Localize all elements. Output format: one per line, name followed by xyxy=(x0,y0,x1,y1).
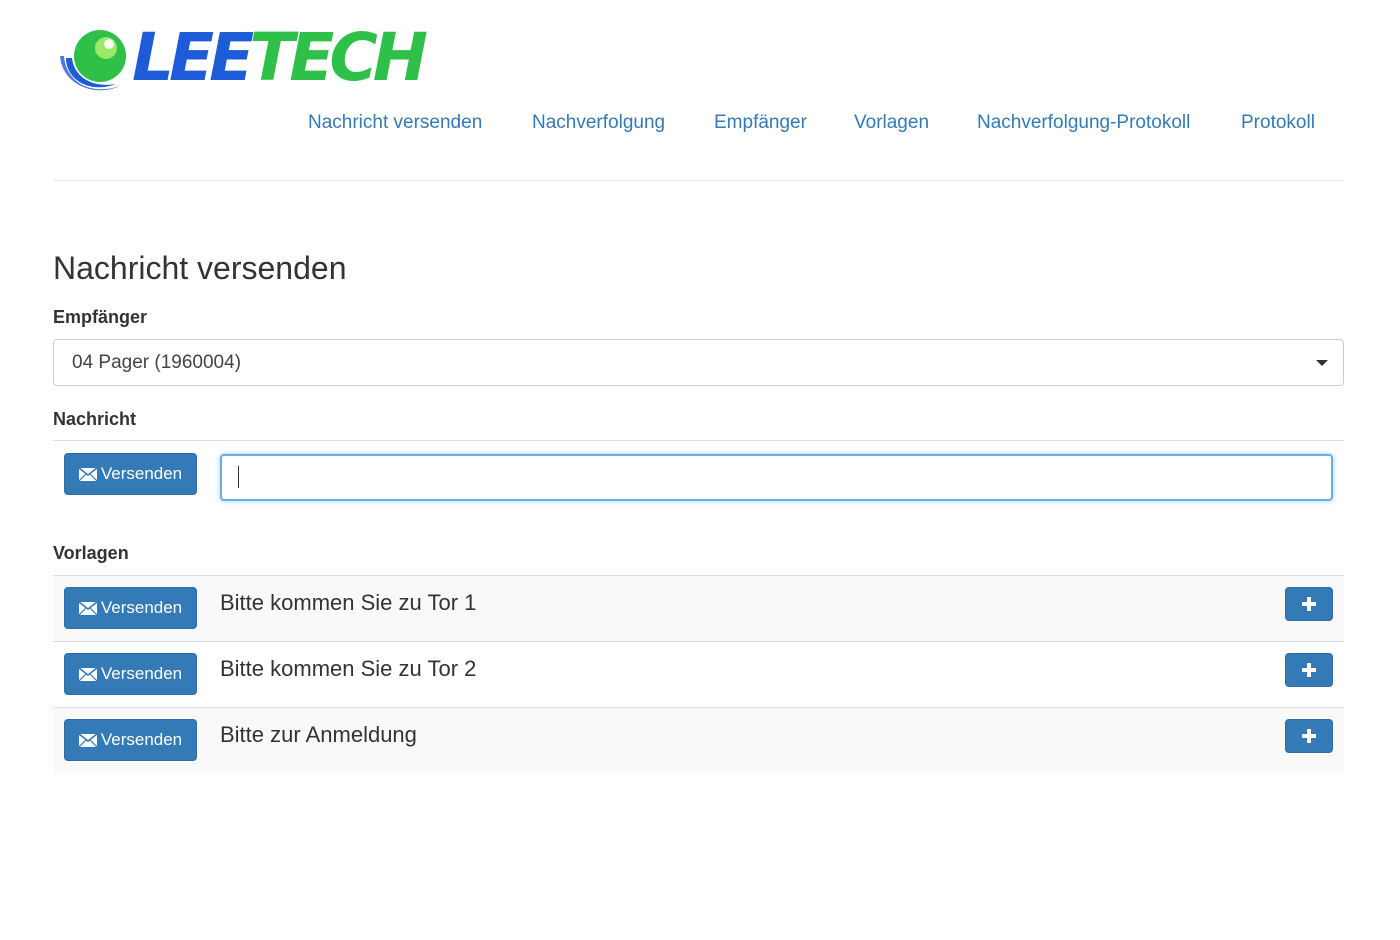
send-template-button[interactable]: Versenden xyxy=(64,653,197,695)
nav-item-empfaenger[interactable]: Empfänger xyxy=(714,112,807,134)
caret-down-icon xyxy=(1316,360,1328,366)
send-template-button[interactable]: Versenden xyxy=(64,719,197,761)
globe-swoosh-logo-icon xyxy=(60,22,128,94)
add-template-button[interactable] xyxy=(1285,587,1333,621)
nav-item-nachverfolgung-protokoll[interactable]: Nachverfolgung-Protokoll xyxy=(977,112,1190,134)
add-template-button[interactable] xyxy=(1285,653,1333,687)
recipient-select[interactable]: 04 Pager (1960004) xyxy=(53,339,1344,386)
send-template-button-label: Versenden xyxy=(100,664,183,683)
add-template-button[interactable] xyxy=(1285,719,1333,753)
plus-icon xyxy=(1302,597,1316,611)
nav-item-nachricht-versenden[interactable]: Nachricht versenden xyxy=(308,112,482,134)
nav-item-vorlagen[interactable]: Vorlagen xyxy=(854,112,929,134)
plus-icon xyxy=(1302,663,1316,677)
template-text: Bitte kommen Sie zu Tor 2 xyxy=(220,656,477,681)
table-row: Versenden Bitte zur Anmeldung xyxy=(53,707,1344,773)
brand-wordmark: LEETECH xyxy=(132,25,428,91)
table-row: Versenden Bitte kommen Sie zu Tor 1 xyxy=(53,575,1344,641)
send-message-button-label: Versenden xyxy=(100,464,183,483)
send-message-button[interactable]: Versenden xyxy=(64,453,197,495)
recipient-select-value: 04 Pager (1960004) xyxy=(72,352,242,373)
templates-label: Vorlagen xyxy=(53,543,129,563)
plus-icon xyxy=(1302,729,1316,743)
brand-name-part1: LEE xyxy=(132,19,254,96)
templates-table: Versenden Bitte kommen Sie zu Tor 1 Vers… xyxy=(53,575,1344,773)
message-input[interactable] xyxy=(220,454,1333,501)
nav-item-nachverfolgung[interactable]: Nachverfolgung xyxy=(532,112,665,134)
brand-logo[interactable]: LEETECH xyxy=(60,22,428,94)
envelope-icon xyxy=(78,601,97,615)
recipient-label: Empfänger xyxy=(53,307,148,327)
main-nav: Nachricht versenden Nachverfolgung Empfä… xyxy=(0,112,1400,140)
page-title: Nachricht versenden xyxy=(53,250,347,286)
envelope-icon xyxy=(78,733,97,747)
brand-name-part2: TECH xyxy=(249,19,428,96)
template-text: Bitte kommen Sie zu Tor 1 xyxy=(220,590,477,615)
send-template-button-label: Versenden xyxy=(100,598,183,617)
envelope-icon xyxy=(78,467,97,481)
table-row: Versenden Bitte kommen Sie zu Tor 2 xyxy=(53,641,1344,707)
envelope-icon xyxy=(78,667,97,681)
message-label: Nachricht xyxy=(53,409,137,429)
send-template-button[interactable]: Versenden xyxy=(64,587,197,629)
header-divider xyxy=(53,180,1344,181)
message-row: Versenden xyxy=(53,440,1344,510)
nav-item-protokoll[interactable]: Protokoll xyxy=(1241,112,1315,134)
template-text: Bitte zur Anmeldung xyxy=(220,722,417,747)
text-cursor xyxy=(238,466,239,488)
send-template-button-label: Versenden xyxy=(100,730,183,749)
